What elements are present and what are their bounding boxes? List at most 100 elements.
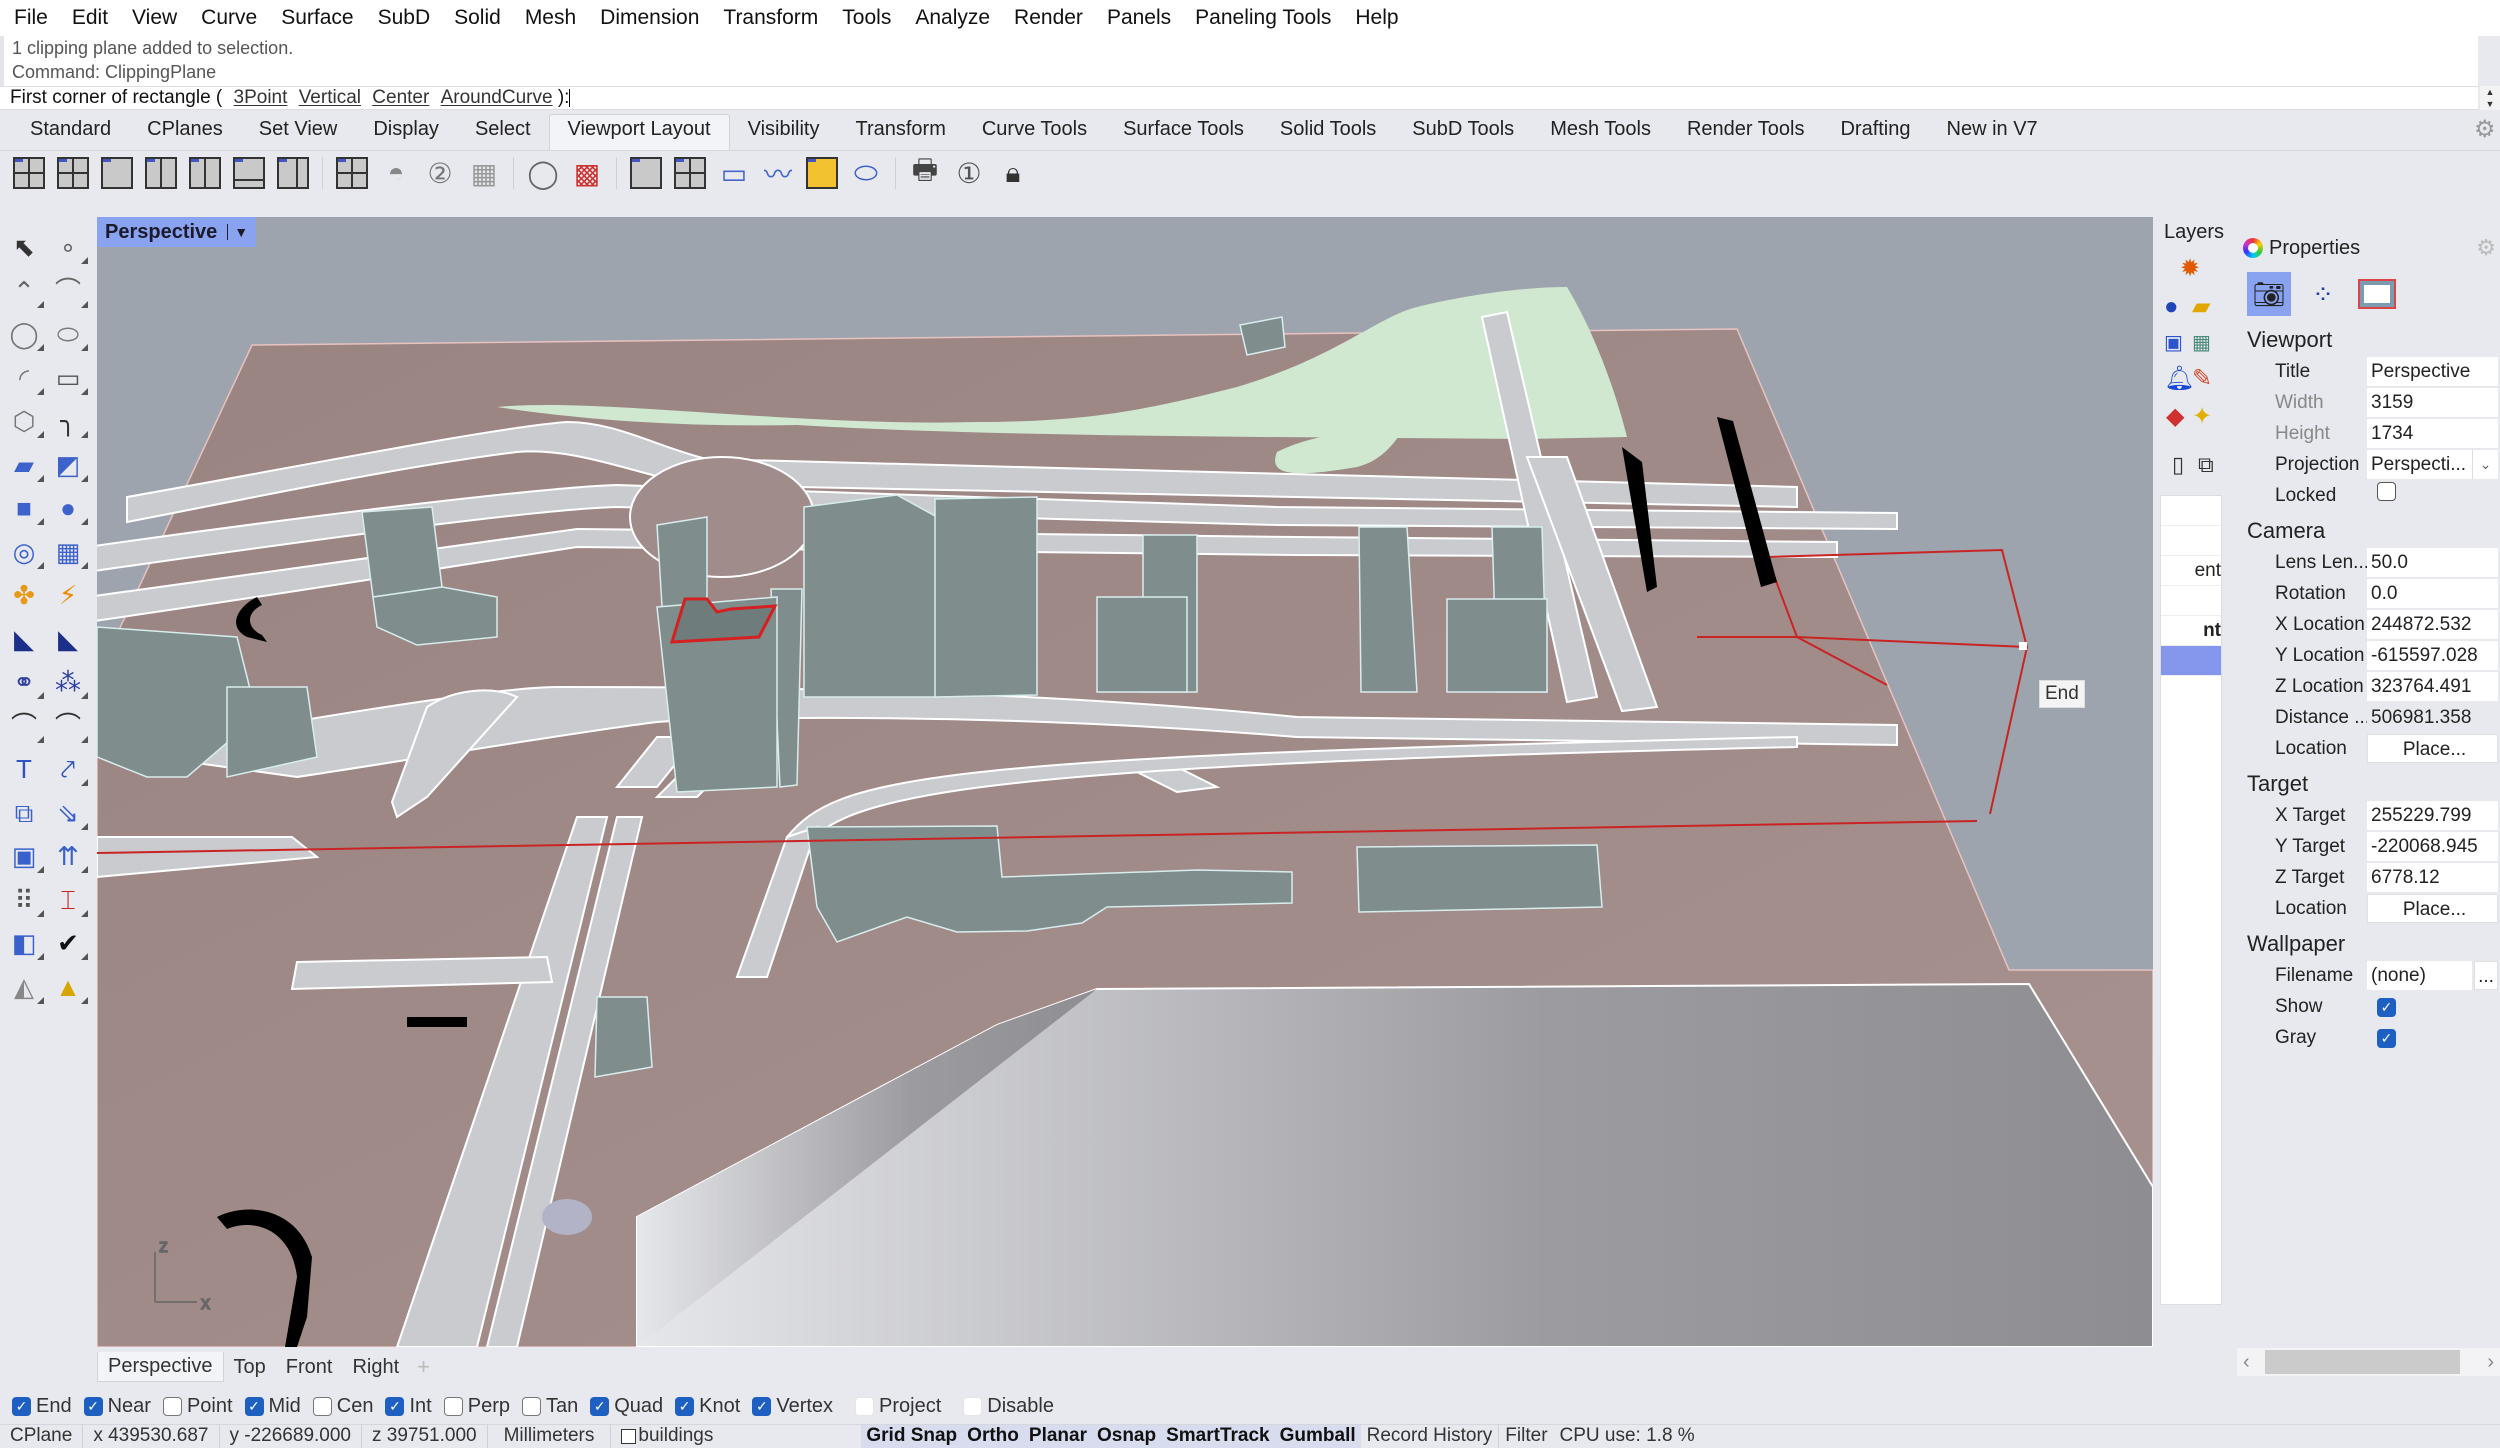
quad-checkbox[interactable]: ✓ <box>590 1396 610 1416</box>
osnap-mid[interactable]: ✓ Mid <box>244 1395 301 1418</box>
lightbulb-icon[interactable]: ✦ <box>2192 405 2212 429</box>
place-target-button[interactable]: Place... <box>2367 894 2498 923</box>
status-units[interactable]: Millimeters <box>488 1424 612 1448</box>
ground-plane-icon[interactable]: ▭ <box>715 155 753 191</box>
blend-edge-icon[interactable]: ⌒ <box>48 707 88 745</box>
layer-row[interactable] <box>2161 496 2221 526</box>
snap-point-marker[interactable] <box>2019 642 2027 650</box>
chevron-right-icon[interactable]: › <box>2487 1351 2494 1374</box>
viewport-perspective[interactable]: z x Perspective ▼ End <box>97 217 2153 1347</box>
render-sphere-icon[interactable]: ● <box>2164 295 2179 319</box>
status-pane-gumball[interactable]: Gumball <box>1274 1424 1361 1448</box>
two-point-perspective-icon[interactable]: ② <box>421 155 459 191</box>
command-scroll[interactable]: ▲ ▼ <box>2480 86 2500 110</box>
mid-checkbox[interactable]: ✓ <box>244 1396 264 1416</box>
render-spheres-icon[interactable]: ⁘ <box>2301 272 2345 316</box>
cen-checkbox[interactable] <box>312 1396 332 1416</box>
x-location-field[interactable]: 244872.532 <box>2367 610 2498 639</box>
align-icon[interactable]: ⌶ <box>48 881 88 919</box>
toolbar-tab-visibility[interactable]: Visibility <box>730 114 838 150</box>
toolbar-tab-cplanes[interactable]: CPlanes <box>129 114 241 150</box>
grid-array-icon[interactable]: ⠿ <box>4 881 44 919</box>
camera-icon[interactable]: 📷︎ <box>2247 272 2291 316</box>
toolbar-tab-mesh-tools[interactable]: Mesh Tools <box>1532 114 1669 150</box>
layer-row[interactable] <box>2161 586 2221 616</box>
scroll-down-icon[interactable]: ▼ <box>2480 98 2500 110</box>
ellipse-icon[interactable]: ⬭ <box>48 315 88 353</box>
toolbar-tab-new-in-v7[interactable]: New in V7 <box>1929 114 2056 150</box>
lens-icon[interactable]: ◯ <box>524 155 562 191</box>
new-layer-icon[interactable]: ▯ <box>2172 453 2184 477</box>
menu-tools[interactable]: Tools <box>838 6 905 30</box>
filename-field[interactable]: (none) <box>2367 961 2472 990</box>
toolbar-tab-viewport-layout[interactable]: Viewport Layout <box>548 114 730 150</box>
scrollbar-thumb[interactable] <box>2265 1350 2460 1374</box>
toolbar-tab-standard[interactable]: Standard <box>12 114 129 150</box>
notification-bell-icon[interactable]: 🔔︎ <box>2164 367 2194 391</box>
osnap-knot[interactable]: ✓ Knot <box>675 1395 740 1418</box>
y-location-field[interactable]: -615597.028 <box>2367 641 2498 670</box>
osnap-vertex[interactable]: ✓ Vertex <box>752 1395 833 1418</box>
explode-icon[interactable]: ⚡ <box>48 576 88 614</box>
point-checkbox[interactable] <box>162 1396 182 1416</box>
osnap-disable[interactable]: Disable <box>963 1395 1054 1418</box>
menu-file[interactable]: File <box>10 6 62 30</box>
mesh-plane-icon[interactable]: ▦ <box>48 533 88 571</box>
solid-edit-icon[interactable]: ▣ <box>4 837 44 875</box>
viewport-properties-icon[interactable] <box>186 155 224 191</box>
chevron-down-icon[interactable]: ▼ <box>227 224 248 240</box>
option-aroundcurve[interactable]: AroundCurve <box>441 87 553 108</box>
split-vertical-icon[interactable] <box>274 155 312 191</box>
layers-stack-icon[interactable]: ◆ <box>2166 405 2184 429</box>
layer-row[interactable]: nt <box>2161 616 2221 646</box>
frame-icon[interactable] <box>2355 272 2399 316</box>
polygon-icon[interactable]: ⬡ <box>4 402 44 440</box>
status-pane-osnap[interactable]: Osnap <box>1091 1424 1162 1448</box>
rectangle-icon[interactable]: ▭ <box>48 359 88 397</box>
viewport-title-label[interactable]: Perspective <box>105 221 217 244</box>
clipping-plane-icon[interactable]: ⬭ <box>847 155 885 191</box>
lock-viewport-icon[interactable]: 🔒︎ <box>994 155 1032 191</box>
move-icon[interactable]: ⤤ <box>48 750 88 788</box>
split-icon[interactable]: ◣ <box>48 620 88 658</box>
menu-panels[interactable]: Panels <box>1103 6 1185 30</box>
new-floating-viewport-icon[interactable] <box>142 155 180 191</box>
lens-length-field[interactable]: 50.0 <box>2367 548 2498 577</box>
toolbar-tab-solid-tools[interactable]: Solid Tools <box>1262 114 1394 150</box>
projection-select[interactable]: Perspecti... ⌄ <box>2367 450 2498 479</box>
menu-render[interactable]: Render <box>1010 6 1097 30</box>
osnap-tan[interactable]: Tan <box>521 1395 578 1418</box>
z-target-field[interactable]: 6778.12 <box>2367 863 2498 892</box>
layers-tab[interactable]: Layers <box>2158 217 2228 247</box>
viewport-tab-perspective[interactable]: Perspective <box>97 1352 224 1382</box>
surface-from-points-icon[interactable]: ▰ <box>4 446 44 484</box>
menu-dimension[interactable]: Dimension <box>596 6 713 30</box>
tile-viewports-icon[interactable] <box>333 155 371 191</box>
rotation-field[interactable]: 0.0 <box>2367 579 2498 608</box>
osnap-near[interactable]: ✓ Near <box>83 1395 151 1418</box>
viewport-title[interactable]: Perspective ▼ <box>97 217 257 247</box>
toolbar-tab-display[interactable]: Display <box>355 114 457 150</box>
option-3point[interactable]: 3Point <box>234 87 288 108</box>
status-pane-planar[interactable]: Planar <box>1023 1424 1092 1448</box>
pyramid-icon[interactable]: ▲ <box>48 968 88 1006</box>
z-location-field[interactable]: 323764.491 <box>2367 672 2498 701</box>
set-camera-icon[interactable]: ◓ <box>377 155 415 191</box>
point-icon[interactable]: ∘ <box>48 228 88 266</box>
horizontal-scrollbar[interactable]: ‹ › <box>2237 1348 2500 1376</box>
show-checkbox[interactable]: ✓ <box>2377 998 2396 1017</box>
restore-viewport-icon[interactable] <box>671 155 709 191</box>
open-layout-icon[interactable] <box>803 155 841 191</box>
chevron-left-icon[interactable]: ‹ <box>2243 1351 2250 1374</box>
project-checkbox[interactable] <box>855 1396 875 1416</box>
viewport-tab-right[interactable]: Right <box>342 1352 409 1382</box>
toolbar-tab-curve-tools[interactable]: Curve Tools <box>964 114 1105 150</box>
disable-checkbox[interactable] <box>963 1396 983 1416</box>
end-checkbox[interactable]: ✓ <box>12 1396 31 1416</box>
toolbar-tab-select[interactable]: Select <box>457 114 549 150</box>
water-level-icon[interactable]: 〰 <box>759 155 797 191</box>
fillet-edge-icon[interactable]: ⌒ <box>4 707 44 745</box>
layout-page-icon[interactable] <box>627 155 665 191</box>
primitive-solids-icon[interactable]: ◭ <box>4 968 44 1006</box>
properties-tab[interactable]: Properties ⚙ <box>2237 228 2500 268</box>
